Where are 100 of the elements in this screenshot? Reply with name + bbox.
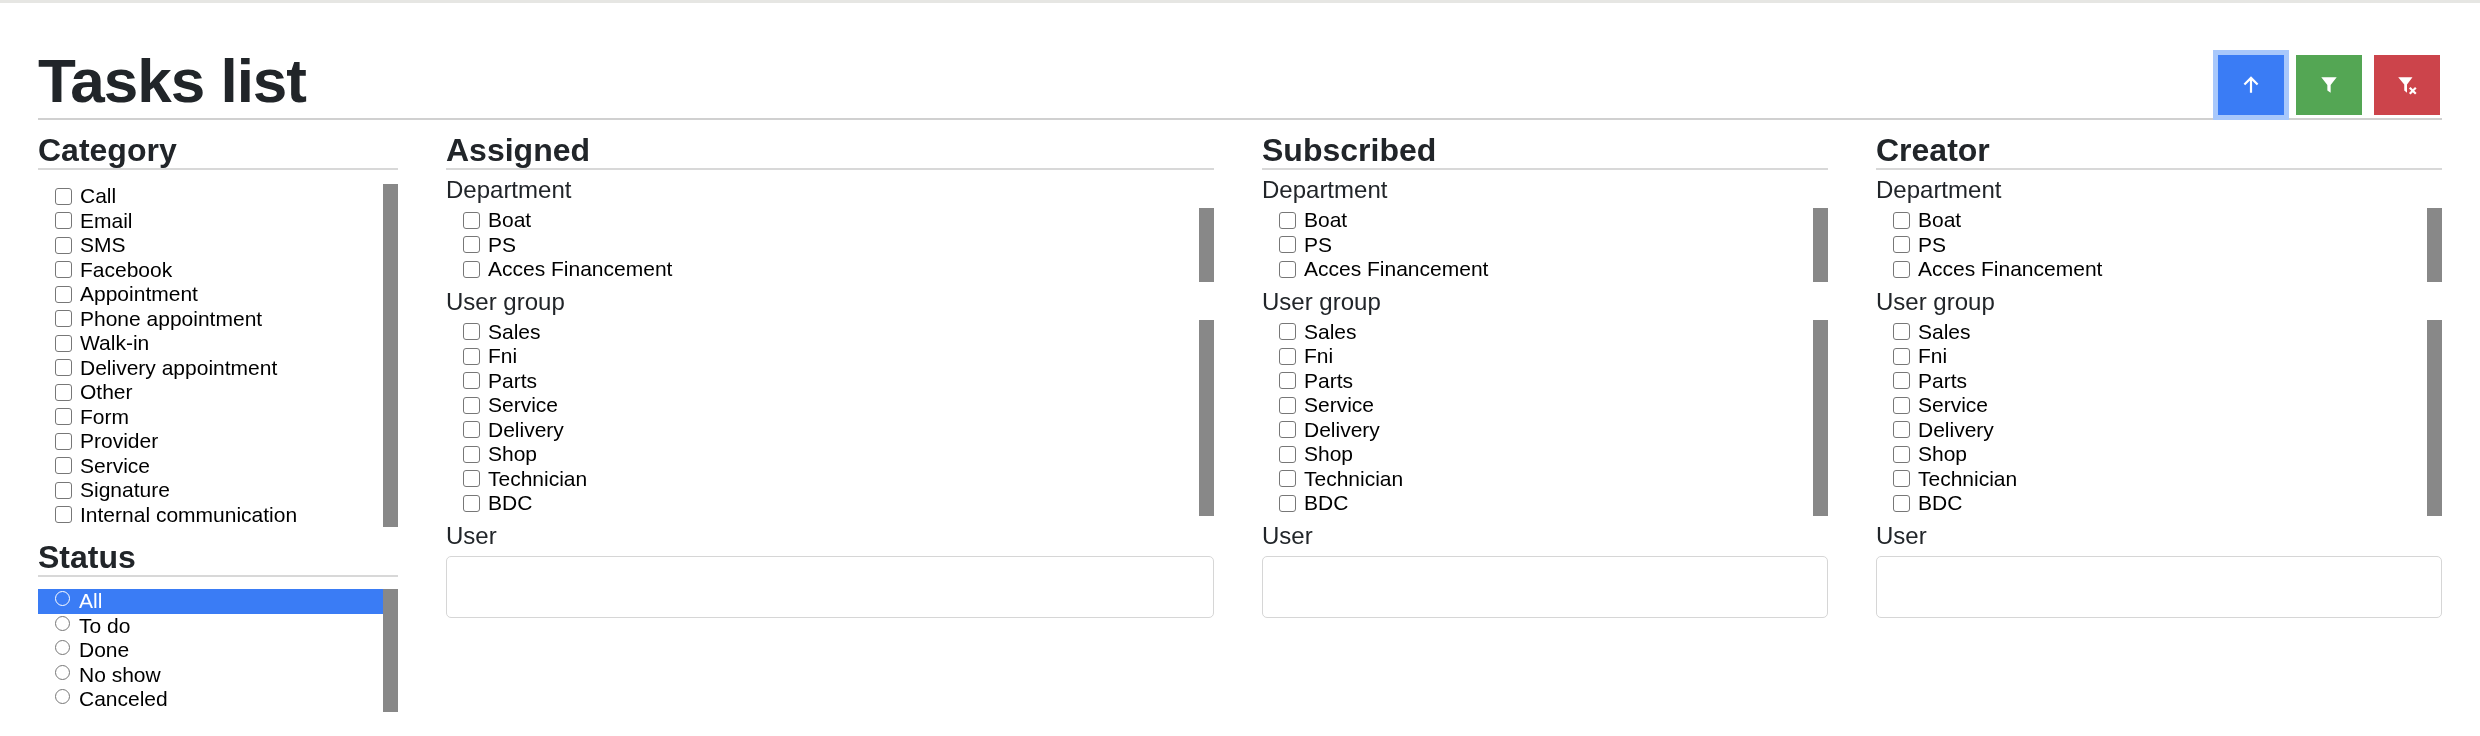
status-option[interactable]: Canceled xyxy=(38,687,383,712)
option-label: Walk-in xyxy=(80,331,150,356)
option-label: Delivery xyxy=(1918,417,1994,442)
filter-button[interactable] xyxy=(2296,55,2362,115)
option-label: Service xyxy=(80,453,151,478)
checkbox[interactable] xyxy=(1279,372,1296,390)
scrollbar[interactable] xyxy=(2427,319,2442,516)
option-label: Fni xyxy=(488,344,518,369)
status-option[interactable]: Done xyxy=(38,638,383,663)
checkbox[interactable] xyxy=(463,236,480,254)
checkbox[interactable] xyxy=(1279,347,1296,365)
section-heading: Category xyxy=(38,132,398,170)
scrollbar[interactable] xyxy=(2427,208,2442,282)
option-label: PS xyxy=(1918,232,1946,257)
checkbox[interactable] xyxy=(1893,445,1910,463)
option-label: Sales xyxy=(1304,319,1357,344)
option-label: Boat xyxy=(488,208,532,233)
field-label: User group xyxy=(1876,287,1996,316)
checkbox[interactable] xyxy=(55,481,72,499)
option-label: Sales xyxy=(488,319,541,344)
checkbox[interactable] xyxy=(55,432,72,450)
option-label: Internal communication xyxy=(80,502,298,527)
checkbox[interactable] xyxy=(1279,211,1296,229)
user-field[interactable] xyxy=(446,555,1214,618)
checkbox[interactable] xyxy=(463,260,480,278)
checkbox[interactable] xyxy=(1893,470,1910,488)
checkbox[interactable] xyxy=(55,334,72,352)
checkbox[interactable] xyxy=(1893,323,1910,341)
option-label: Appointment xyxy=(80,282,198,307)
checkbox[interactable] xyxy=(1279,470,1296,488)
option-label: Parts xyxy=(488,368,537,393)
scrollbar[interactable] xyxy=(1813,208,1828,282)
checkbox[interactable] xyxy=(1893,421,1910,439)
field-label: User xyxy=(1876,521,1928,550)
checkbox[interactable] xyxy=(463,396,480,414)
checkbox[interactable] xyxy=(463,421,480,439)
checkbox[interactable] xyxy=(1279,494,1296,512)
clear-filter-button[interactable] xyxy=(2374,55,2440,115)
option-label: Acces Financement xyxy=(1304,257,1489,282)
checkbox[interactable] xyxy=(55,457,72,475)
checkbox[interactable] xyxy=(1279,445,1296,463)
option-label: Fni xyxy=(1918,344,1948,369)
filter-icon xyxy=(2318,74,2340,96)
option-label: Shop xyxy=(1304,442,1354,467)
checkbox[interactable] xyxy=(1893,347,1910,365)
checkbox[interactable] xyxy=(1893,211,1910,229)
user-field[interactable] xyxy=(1262,555,1828,618)
checkbox[interactable] xyxy=(463,445,480,463)
option-label: BDC xyxy=(1304,491,1349,516)
checkbox[interactable] xyxy=(1279,323,1296,341)
checkbox[interactable] xyxy=(1893,260,1910,278)
option-label: Email xyxy=(80,208,133,233)
scrollbar[interactable] xyxy=(1199,319,1214,516)
checkbox[interactable] xyxy=(55,310,72,328)
checkbox[interactable] xyxy=(55,506,72,524)
scrollbar[interactable] xyxy=(1199,208,1214,282)
option-label: Facebook xyxy=(80,257,173,282)
checkbox[interactable] xyxy=(1893,396,1910,414)
option-label: SMS xyxy=(80,233,126,258)
field-label: User xyxy=(1262,521,1314,550)
scrollbar[interactable] xyxy=(383,589,398,712)
checkbox[interactable] xyxy=(1279,260,1296,278)
checkbox[interactable] xyxy=(463,323,480,341)
checkbox[interactable] xyxy=(55,408,72,426)
checkbox[interactable] xyxy=(55,359,72,377)
option-label: Service xyxy=(1918,393,1989,418)
status-option[interactable]: All xyxy=(38,589,383,614)
checkbox[interactable] xyxy=(463,211,480,229)
checkbox[interactable] xyxy=(1279,421,1296,439)
checkbox[interactable] xyxy=(55,285,72,303)
option-label: PS xyxy=(1304,232,1332,257)
checkbox[interactable] xyxy=(463,470,480,488)
checkbox[interactable] xyxy=(1893,494,1910,512)
checkbox[interactable] xyxy=(1893,236,1910,254)
checkbox[interactable] xyxy=(55,187,72,205)
checkbox[interactable] xyxy=(463,372,480,390)
status-option[interactable]: No show xyxy=(38,662,383,687)
page-title: Tasks list xyxy=(38,49,306,117)
option-label: Acces Financement xyxy=(1918,257,2103,282)
field-label: User xyxy=(446,521,498,550)
scrollbar[interactable] xyxy=(383,184,398,527)
checkbox[interactable] xyxy=(463,347,480,365)
checkbox[interactable] xyxy=(463,494,480,512)
checkbox[interactable] xyxy=(55,236,72,254)
field-label: Department xyxy=(1262,176,1389,204)
checkbox[interactable] xyxy=(55,261,72,279)
field-label: Department xyxy=(1876,176,2003,204)
checkbox[interactable] xyxy=(55,383,72,401)
scrollbar[interactable] xyxy=(1813,319,1828,516)
option-label: Shop xyxy=(1918,442,1968,467)
user-field[interactable] xyxy=(1876,555,2442,618)
checkbox[interactable] xyxy=(1279,396,1296,414)
option-label: Boat xyxy=(1304,208,1348,233)
checkbox[interactable] xyxy=(1279,236,1296,254)
checkbox[interactable] xyxy=(55,212,72,230)
clear-filter-icon xyxy=(2396,74,2418,96)
status-option[interactable]: To do xyxy=(38,613,383,638)
option-label: Technician xyxy=(1304,466,1404,491)
field-label: User group xyxy=(1262,287,1382,316)
checkbox[interactable] xyxy=(1893,372,1910,390)
